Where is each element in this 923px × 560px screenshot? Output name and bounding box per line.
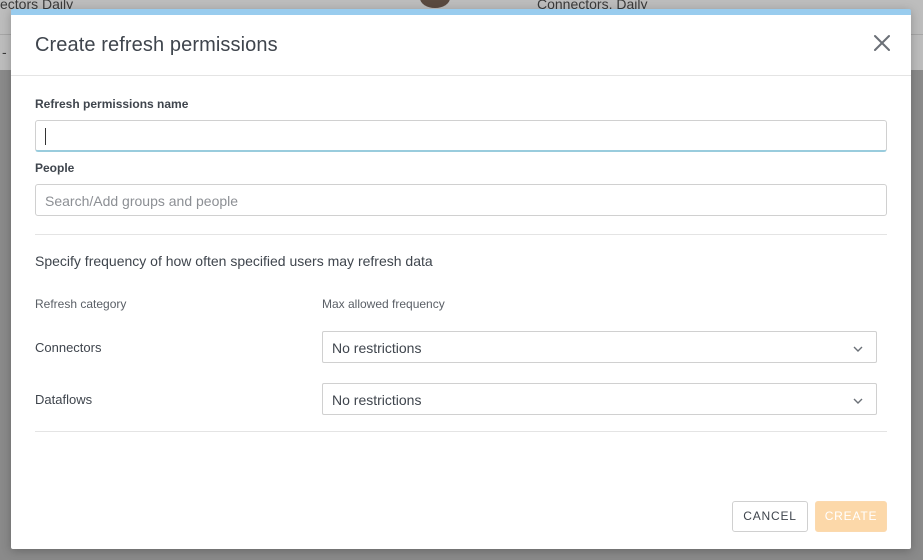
dataflows-frequency-select[interactable]: No restrictions [322, 383, 877, 415]
chevron-down-icon [852, 394, 864, 406]
dialog-title: Create refresh permissions [35, 34, 278, 56]
name-field-label: Refresh permissions name [35, 97, 189, 111]
chevron-down-icon [852, 342, 864, 354]
people-search-placeholder: Search/Add groups and people [45, 193, 239, 209]
background-avatar [420, 0, 450, 8]
connectors-frequency-select[interactable]: No restrictions [322, 331, 877, 363]
dataflows-frequency-value: No restrictions [332, 392, 422, 408]
close-button[interactable] [871, 32, 893, 54]
dataflows-label: Dataflows [35, 392, 93, 407]
rows-divider [35, 431, 887, 432]
background-dash: - [2, 44, 7, 60]
text-caret [45, 128, 46, 145]
dialog-header: Create refresh permissions [11, 15, 911, 76]
refresh-permissions-name-input[interactable] [35, 120, 887, 152]
cancel-button[interactable]: CANCEL [732, 501, 808, 532]
create-refresh-permissions-dialog: Create refresh permissions Refresh permi… [11, 9, 911, 549]
connectors-label: Connectors [35, 340, 102, 355]
max-frequency-header: Max allowed frequency [322, 297, 445, 311]
create-button[interactable]: CREATE [815, 501, 887, 532]
refresh-category-header: Refresh category [35, 297, 127, 311]
people-field-label: People [35, 161, 75, 175]
section-divider [35, 234, 887, 235]
frequency-description: Specify frequency of how often specified… [35, 253, 433, 269]
connectors-frequency-value: No restrictions [332, 340, 422, 356]
people-search-input[interactable]: Search/Add groups and people [35, 184, 887, 216]
close-icon [874, 35, 890, 51]
